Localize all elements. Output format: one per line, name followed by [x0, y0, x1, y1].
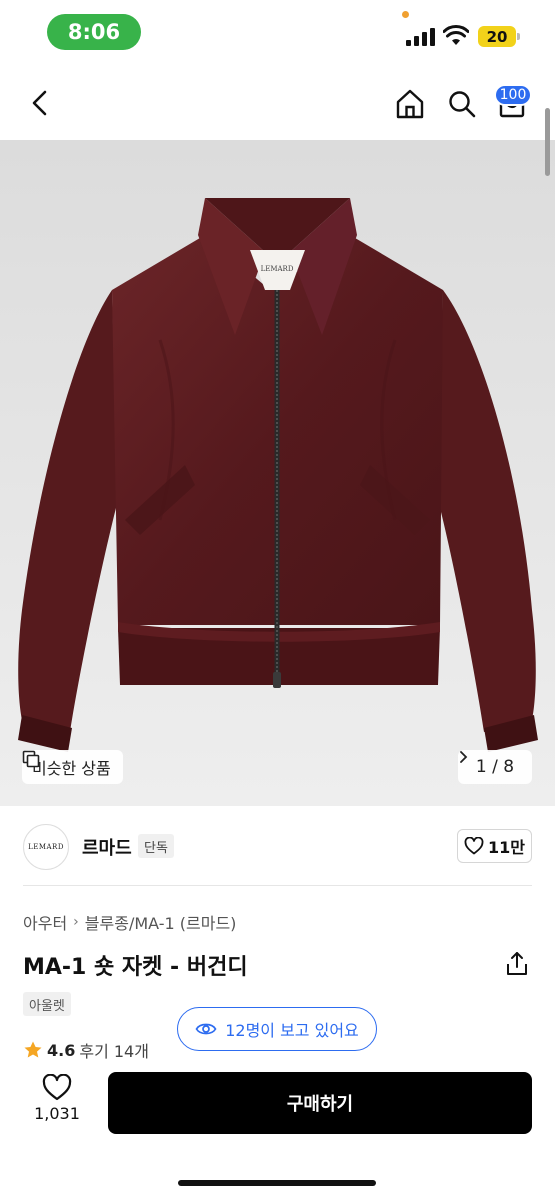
- eye-icon: [195, 1023, 217, 1035]
- divider: [23, 885, 532, 886]
- scrollbar[interactable]: [545, 108, 550, 176]
- product-title: MA-1 숏 자켓 - 버건디: [23, 955, 248, 980]
- chevron-right-icon: ›: [73, 914, 79, 930]
- jacket-label: LEMARD: [261, 265, 294, 273]
- jacket-image: LEMARD: [0, 140, 555, 806]
- search-icon: [449, 91, 476, 118]
- search-button[interactable]: [442, 84, 482, 124]
- heart-icon: [464, 837, 484, 855]
- viewers-text: 12명이 보고 있어요: [225, 1021, 359, 1040]
- seller-name[interactable]: 르마드: [82, 834, 132, 860]
- product-image-gallery[interactable]: LEMARD 비슷한 상품 1 / 8: [0, 140, 555, 806]
- similar-products-button[interactable]: 비슷한 상품: [22, 750, 123, 784]
- breadcrumb: 아우터 › 블루종/MA-1 (르마드): [23, 910, 236, 934]
- privacy-indicator-icon: [402, 11, 409, 18]
- breadcrumb-item[interactable]: 블루종/MA-1 (르마드): [85, 910, 237, 934]
- seller-row: LEMARD 르마드 단독 11만: [0, 806, 555, 886]
- bottom-action-bar: 1,031 구매하기: [0, 1060, 555, 1200]
- heart-icon: [42, 1074, 72, 1101]
- page-counter-text: 1 / 8: [475, 757, 515, 777]
- rating-row[interactable]: 4.6 후기 14개: [23, 1038, 149, 1062]
- chevron-left-icon: [32, 90, 47, 116]
- battery-indicator: 20: [478, 26, 516, 47]
- battery-tip: [517, 33, 520, 40]
- seller-like-count: 11만: [488, 838, 525, 857]
- wishlist-count: 1,031: [34, 1104, 80, 1123]
- wifi-icon: [443, 25, 469, 45]
- top-navigation: [0, 64, 555, 140]
- chevron-right-icon: [460, 751, 468, 763]
- review-count: 후기 14개: [79, 1042, 149, 1061]
- seller-logo[interactable]: LEMARD: [23, 824, 69, 870]
- home-icon: [396, 89, 424, 119]
- copy-icon: [22, 750, 40, 768]
- home-button[interactable]: [390, 84, 430, 124]
- status-bar: 8:06 20: [0, 0, 555, 64]
- rating-score: 4.6: [47, 1040, 76, 1060]
- home-indicator[interactable]: [178, 1180, 376, 1186]
- buy-button[interactable]: 구매하기: [108, 1072, 532, 1134]
- share-button[interactable]: [503, 950, 531, 978]
- signal-icon: [406, 28, 435, 46]
- back-button[interactable]: [22, 84, 58, 122]
- cart-count-badge: 100: [494, 84, 532, 106]
- outlet-tag: 아울렛: [23, 992, 71, 1016]
- breadcrumb-item[interactable]: 아우터: [23, 910, 67, 934]
- similar-products-label: 비슷한 상품: [32, 759, 111, 778]
- wishlist-button[interactable]: 1,031: [20, 1074, 94, 1134]
- viewers-indicator: 12명이 보고 있어요: [177, 1007, 377, 1051]
- status-time: 8:06: [47, 14, 141, 50]
- image-page-counter[interactable]: 1 / 8: [458, 750, 532, 784]
- exclusive-tag: 단독: [138, 834, 174, 858]
- seller-like-button[interactable]: 11만: [457, 829, 532, 863]
- star-icon: [24, 1041, 42, 1058]
- share-icon: [507, 952, 527, 975]
